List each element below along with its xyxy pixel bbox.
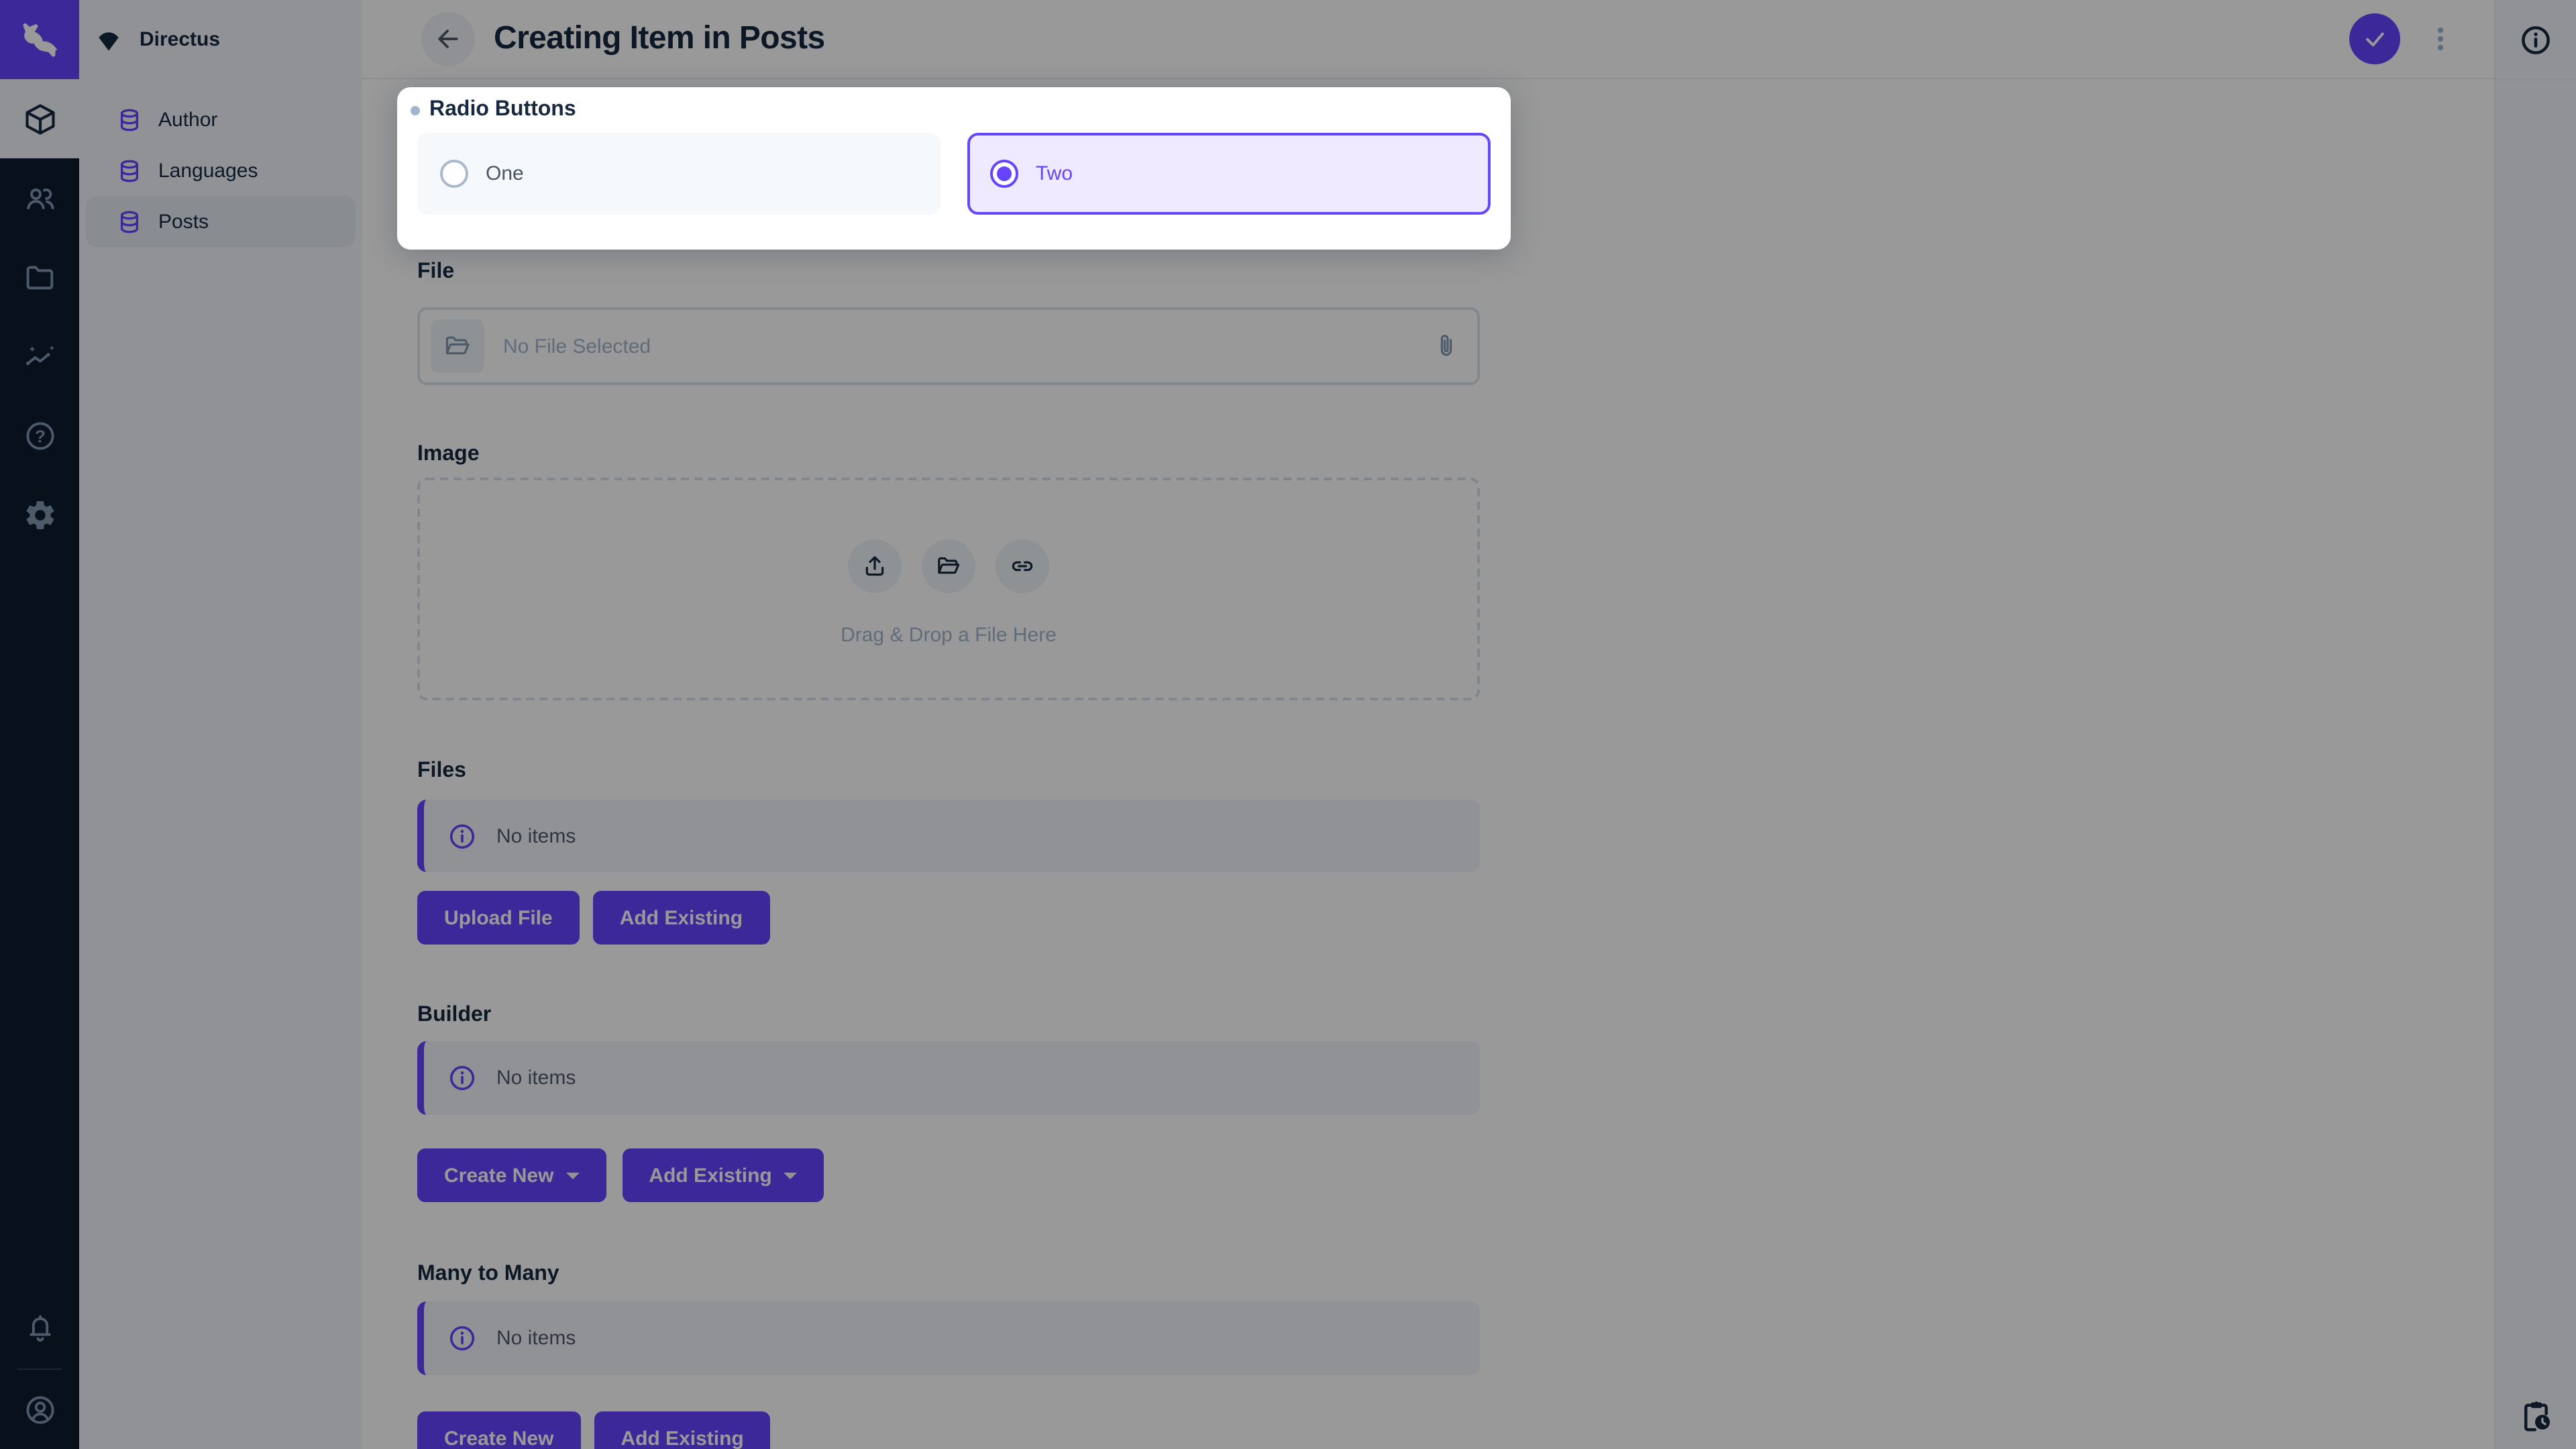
radio-options: One Two xyxy=(417,133,1491,215)
directus-app: ? xyxy=(0,0,2576,1449)
radio-option-two[interactable]: Two xyxy=(967,133,1491,215)
radio-option-one[interactable]: One xyxy=(417,133,941,215)
radio-field-label: Radio Buttons xyxy=(429,98,576,122)
radio-field-header: Radio Buttons xyxy=(411,98,576,122)
radio-unchecked-icon xyxy=(440,160,468,188)
edited-dot-icon xyxy=(411,105,420,115)
radio-option-label: One xyxy=(486,162,524,185)
radio-checked-icon xyxy=(990,160,1018,188)
radio-option-label: Two xyxy=(1036,162,1073,185)
radio-buttons-field-card: Radio Buttons One Two xyxy=(397,87,1511,250)
